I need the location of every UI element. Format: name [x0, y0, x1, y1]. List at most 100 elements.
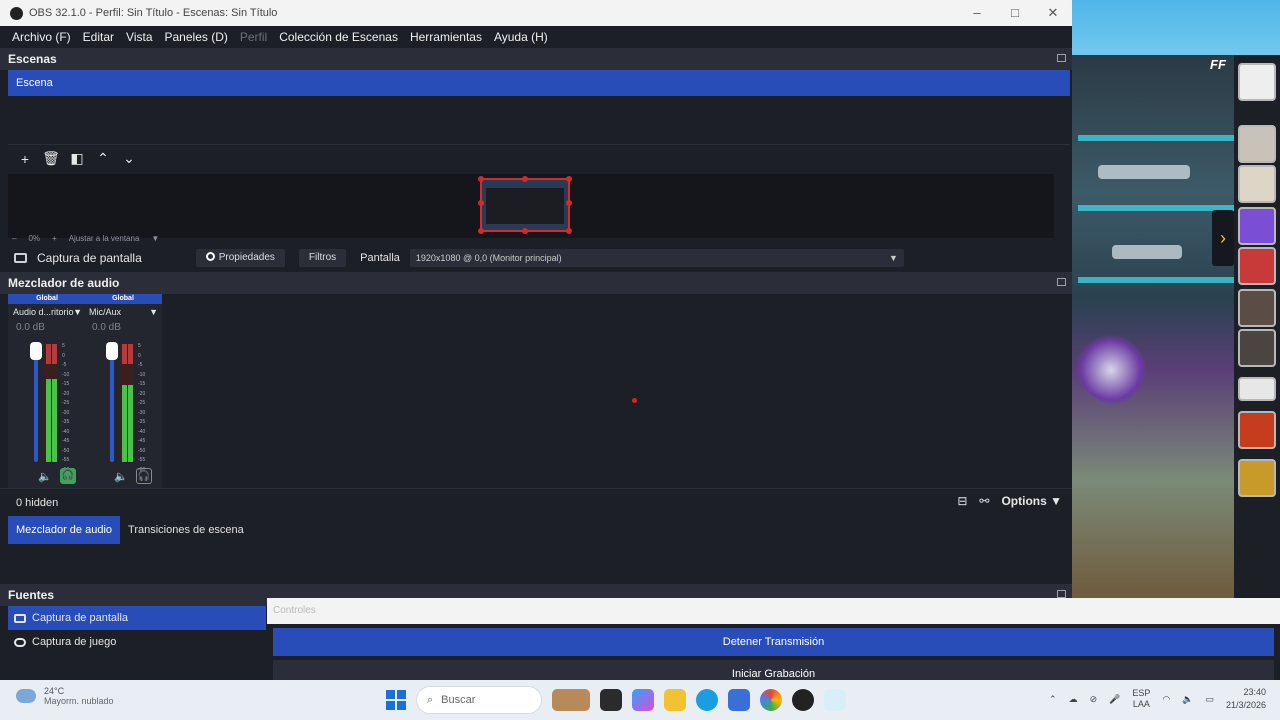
speaker-icon[interactable]: 🔈 [38, 470, 52, 483]
game-chevron-right-icon[interactable]: › [1212, 210, 1234, 266]
trash-icon[interactable]: 🗑 [38, 150, 64, 167]
game-tile[interactable] [1238, 329, 1276, 367]
preview-source-thumbnail[interactable] [478, 176, 572, 234]
menu-herramientas[interactable]: Herramientas [404, 30, 488, 44]
microphone-icon[interactable]: 🎤 [1109, 694, 1120, 705]
game-tile[interactable] [1238, 377, 1276, 401]
language-indicator[interactable]: ESP LAA [1132, 688, 1150, 710]
meter-scale-tick: -55 [138, 457, 146, 463]
copilot-icon[interactable] [632, 689, 654, 711]
add-icon[interactable]: + [12, 151, 38, 167]
menu-archivo[interactable]: Archivo (F) [6, 30, 77, 44]
resize-handle[interactable] [478, 228, 484, 234]
undock-icon[interactable] [1057, 54, 1066, 62]
game-shelf [1078, 277, 1234, 283]
resize-handle[interactable] [478, 176, 484, 182]
undock-icon[interactable] [1057, 590, 1066, 598]
tab-audio-mixer[interactable]: Mezclador de audio [8, 516, 121, 544]
game-tile[interactable] [1238, 411, 1276, 449]
speaker-icon[interactable]: 🔈 [114, 470, 128, 483]
tray-app-icon[interactable]: ☁ [1069, 694, 1078, 705]
scene-item[interactable]: Escena [8, 70, 1070, 96]
fit-option[interactable]: Ajustar a la ventana [69, 234, 140, 243]
headphones-icon[interactable]: 🎧 [135, 468, 152, 484]
source-item[interactable]: Captura de pantalla [8, 606, 266, 630]
properties-button[interactable]: Propiedades [195, 249, 285, 267]
resize-handle[interactable] [478, 200, 484, 206]
volume-fader-knob[interactable] [106, 342, 118, 360]
resize-handle[interactable] [522, 228, 528, 234]
file-explorer-icon[interactable] [664, 689, 686, 711]
mixer-footer: 0 hidden ⊟ ⚯ Options ▼ [0, 488, 1072, 516]
source-item[interactable]: Captura de juego [8, 630, 266, 654]
meter-peak [128, 344, 133, 364]
cursor-dot [632, 398, 637, 403]
game-tile[interactable] [1238, 289, 1276, 327]
zoom-in-icon[interactable]: + [52, 234, 57, 243]
menu-vista[interactable]: Vista [120, 30, 158, 44]
link-icon[interactable]: ⚯ [979, 494, 989, 508]
zoom-out-icon[interactable]: – [12, 234, 16, 243]
controls-dock: Controles Detener Transmisión Iniciar Gr… [267, 598, 1280, 688]
game-tile[interactable] [1238, 63, 1276, 101]
resize-handle[interactable] [566, 228, 572, 234]
task-view-icon[interactable] [600, 689, 622, 711]
channel-name[interactable]: Mic/Aux ▼ [84, 307, 162, 317]
menu-paneles[interactable]: Paneles (D) [159, 30, 234, 44]
meter-scale-tick: -5 [62, 362, 67, 368]
obs-icon[interactable] [792, 689, 814, 711]
resize-handle[interactable] [522, 176, 528, 182]
game-tile[interactable] [1238, 165, 1276, 203]
volume-fader[interactable] [110, 344, 114, 462]
volume-fader-knob[interactable] [30, 342, 42, 360]
volume-icon[interactable]: 🔈 [1182, 694, 1193, 705]
chevron-up-icon[interactable]: ⌃ [1049, 694, 1057, 705]
resize-handle[interactable] [566, 176, 572, 182]
undock-icon[interactable] [1057, 278, 1066, 286]
channel-name[interactable]: Audio d...ritorio ▼ [8, 307, 86, 317]
edge-icon[interactable] [696, 689, 718, 711]
tab-scene-transitions[interactable]: Transiciones de escena [120, 516, 252, 544]
options-button[interactable]: Options ▼ [1001, 494, 1062, 508]
menu-editar[interactable]: Editar [77, 30, 120, 44]
maximize-button[interactable]: □ [996, 5, 1034, 21]
game-tile[interactable] [1238, 459, 1276, 497]
resize-handle[interactable] [566, 200, 572, 206]
wifi-icon[interactable]: ◠ [1162, 694, 1170, 705]
headphones-icon[interactable]: 🎧 [59, 468, 76, 484]
stop-streaming-button[interactable]: Detener Transmisión [273, 628, 1274, 656]
display-select[interactable]: 1920x1080 @ 0,0 (Monitor principal) ▼ [409, 249, 904, 267]
menu-ayuda[interactable]: Ayuda (H) [488, 30, 554, 44]
widget-icon[interactable] [552, 689, 590, 711]
game-tile[interactable] [1238, 125, 1276, 163]
minimize-button[interactable]: – [958, 5, 996, 21]
tray-network-icon[interactable]: ⊘ [1090, 694, 1098, 705]
move-up-icon[interactable]: ⌃ [90, 150, 116, 167]
meter-scale: 50-5-10-15-20-25-30-35-40-45-50-55-60 [62, 342, 69, 475]
app-icon[interactable] [824, 689, 846, 711]
chrome-icon[interactable] [760, 689, 782, 711]
battery-icon[interactable]: ▭ [1205, 694, 1214, 705]
volume-fader[interactable] [34, 344, 38, 462]
game-tile[interactable] [1238, 247, 1276, 285]
menu-perfil[interactable]: Perfil [234, 30, 273, 44]
scene-filters-icon[interactable]: ◧ [64, 150, 90, 167]
move-down-icon[interactable]: ⌄ [116, 150, 142, 167]
mixer-title: Mezclador de audio [8, 276, 120, 290]
clock[interactable]: 23:40 21/3/2026 [1226, 686, 1266, 712]
menu-coleccion-escenas[interactable]: Colección de Escenas [273, 30, 404, 44]
meter-peak [122, 344, 127, 364]
game-window: FF › [1072, 55, 1280, 600]
weather-widget[interactable]: 24°C Mayorm. nublado [16, 686, 114, 706]
source-item-label: Captura de pantalla [32, 612, 129, 624]
game-tile[interactable] [1238, 207, 1276, 245]
chevron-down-icon[interactable]: ▼ [151, 234, 159, 243]
meter-scale-tick: -10 [138, 371, 146, 378]
store-icon[interactable] [728, 689, 750, 711]
taskbar-search[interactable]: ⌕ Buscar [416, 686, 542, 714]
layout-icon[interactable]: ⊟ [957, 494, 967, 508]
windows-start-icon[interactable] [386, 690, 406, 710]
filters-button[interactable]: Filtros [298, 249, 347, 267]
close-button[interactable]: ✕ [1034, 5, 1072, 21]
weather-temp: 24°C [44, 686, 65, 696]
